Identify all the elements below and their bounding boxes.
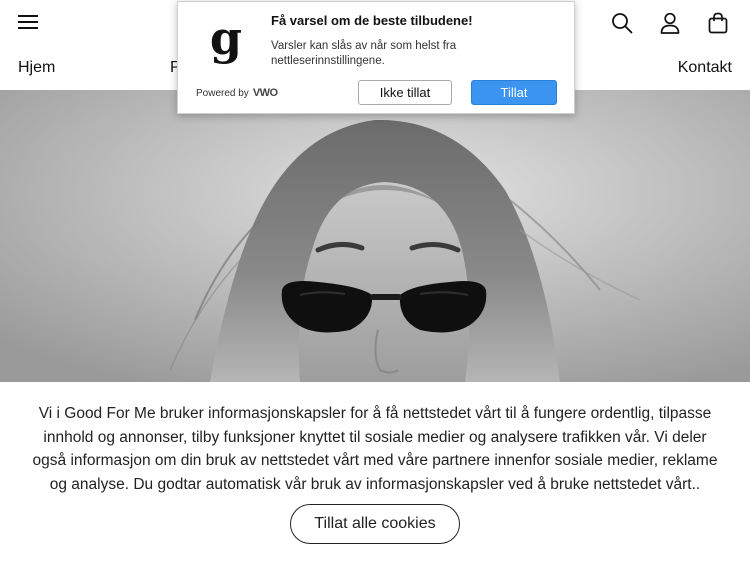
cookie-banner: Vi i Good For Me bruker informasjonskaps… [0, 382, 750, 563]
logo-letter: g [210, 16, 242, 65]
accept-cookies-button[interactable]: Tillat alle cookies [290, 504, 460, 544]
powered-by: Powered by VWO [196, 87, 278, 99]
allow-notifications-button[interactable]: Tillat [471, 80, 557, 105]
portrait-photo [0, 90, 750, 382]
deny-notifications-button[interactable]: Ikke tillat [358, 80, 452, 105]
nav-item-contact[interactable]: Kontakt [678, 59, 732, 77]
cookie-banner-text: Vi i Good For Me bruker informasjonskaps… [32, 405, 718, 493]
brand-logo: g [206, 11, 246, 72]
push-prompt-title: Få varsel om de beste tilbudene! [271, 13, 473, 28]
hero-image [0, 90, 750, 382]
search-icon[interactable] [608, 9, 636, 37]
push-notification-prompt: g Få varsel om de beste tilbudene! Varsl… [177, 1, 575, 114]
vwo-logo: VWO [252, 87, 278, 99]
user-icon[interactable] [656, 9, 684, 37]
hamburger-menu-icon[interactable] [14, 8, 42, 36]
shopping-bag-icon[interactable] [704, 9, 732, 37]
nav-item-home[interactable]: Hjem [18, 59, 55, 77]
push-prompt-description: Varsler kan slås av når som helst fra ne… [271, 40, 457, 67]
powered-by-label: Powered by [196, 87, 249, 99]
